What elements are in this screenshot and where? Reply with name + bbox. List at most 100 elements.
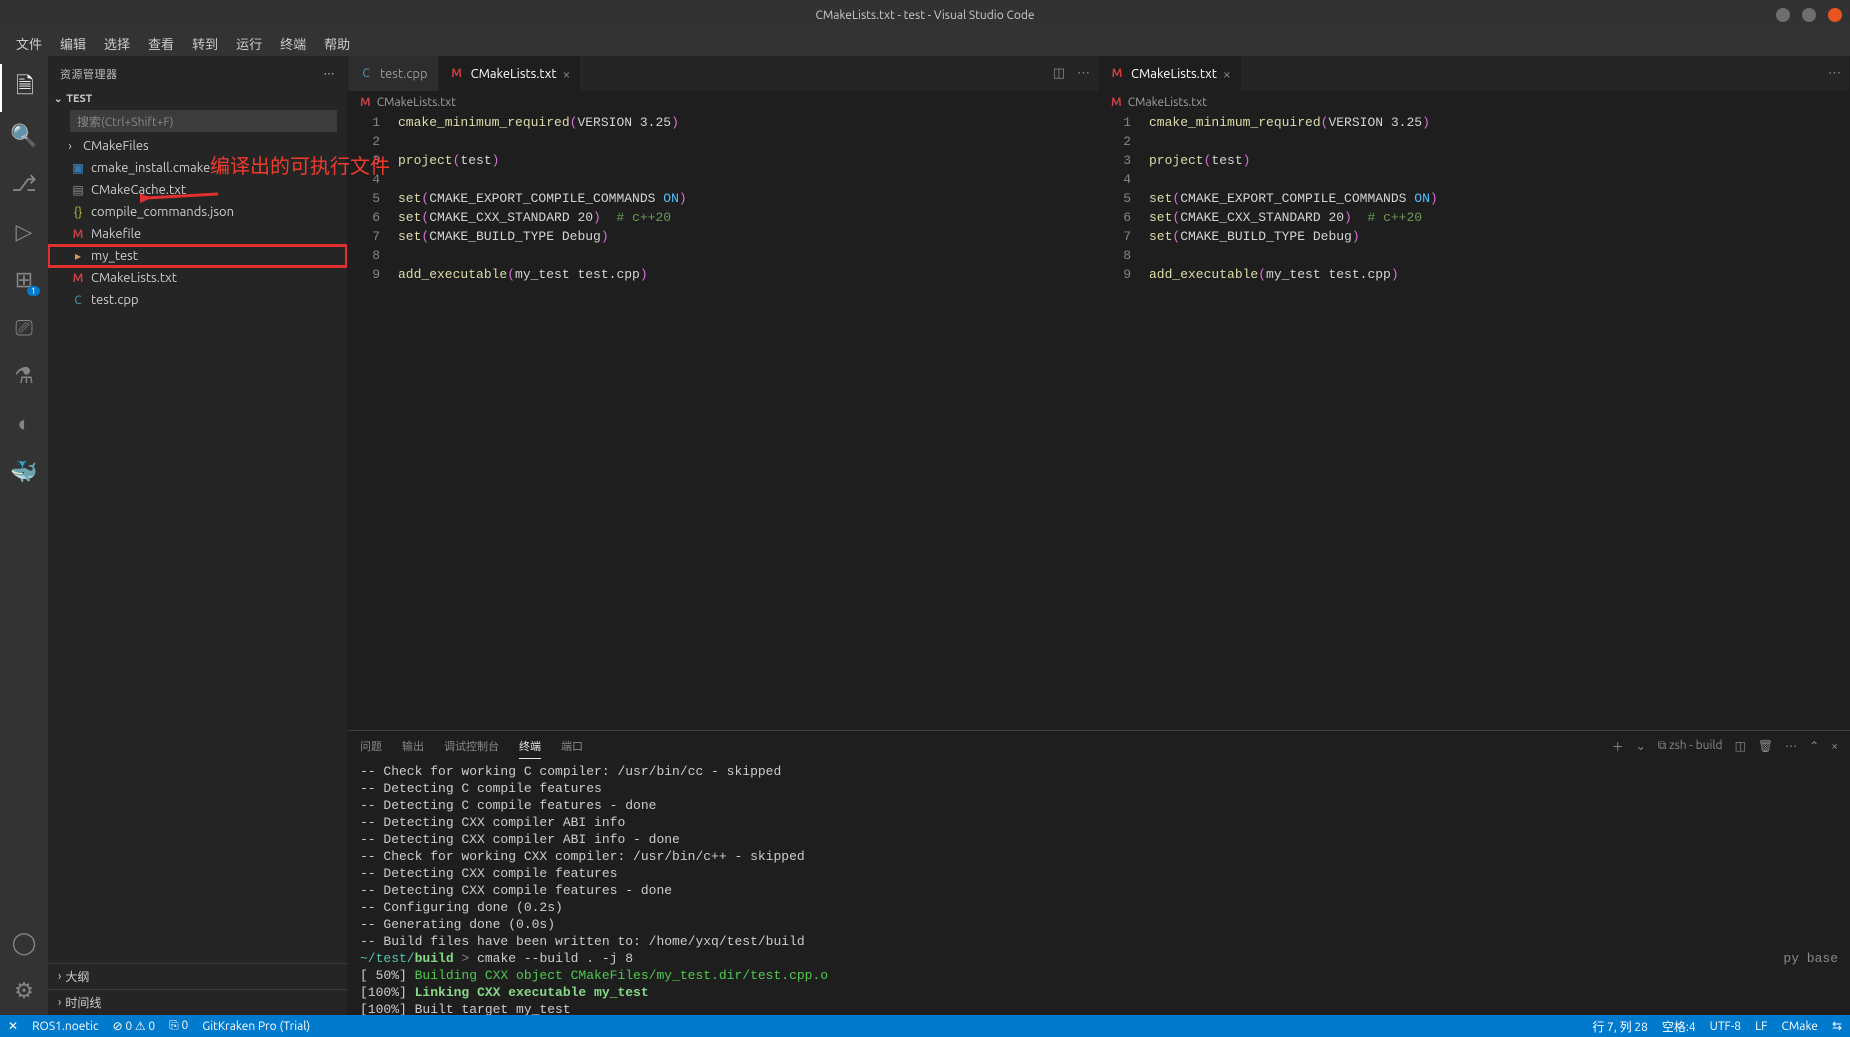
menu-item[interactable]: 转到 [184, 31, 226, 56]
minimap[interactable] [1789, 113, 1849, 730]
tab-close-icon[interactable]: × [562, 66, 570, 82]
activity-account-icon[interactable]: ◯ [0, 919, 48, 967]
line-number: 4 [348, 170, 380, 189]
more-icon[interactable]: ⋯ [1785, 739, 1797, 753]
sidebar-search-input[interactable]: 搜索(Ctrl+Shift+F) [70, 110, 337, 132]
close-button[interactable] [1828, 8, 1842, 22]
code-line[interactable]: cmake_minimum_required(VERSION 3.25) [398, 113, 1038, 132]
outline-section[interactable]: ›大纲 [48, 963, 347, 989]
status-item[interactable]: CMake [1782, 1018, 1818, 1035]
panel-tab[interactable]: 问题 [360, 734, 382, 758]
activity-remote-icon[interactable]: ⎚ [0, 304, 48, 352]
file-item[interactable]: MCMakeLists.txt [48, 267, 347, 289]
file-item[interactable]: ›CMakeFiles [48, 135, 347, 157]
minimize-button[interactable] [1776, 8, 1790, 22]
menu-item[interactable]: 选择 [96, 31, 138, 56]
line-number: 2 [348, 132, 380, 151]
code-content[interactable]: cmake_minimum_required(VERSION 3.25) pro… [398, 113, 1038, 730]
sidebar-more-icon[interactable]: ⋯ [324, 67, 336, 80]
activity-explorer-icon[interactable]: 🗎 [0, 64, 48, 112]
minimap[interactable] [1038, 113, 1098, 730]
chevron-up-icon[interactable]: ⌃ [1809, 739, 1819, 753]
terminal-output[interactable]: -- Check for working C compiler: /usr/bi… [348, 761, 1850, 1015]
activity-ros-icon[interactable]: ◐ [0, 400, 48, 448]
terminal-label[interactable]: ⧉ zsh - build [1658, 739, 1723, 753]
trash-icon[interactable]: 🗑 [1758, 739, 1773, 753]
activity-source-control-icon[interactable]: ⎇ [0, 160, 48, 208]
breadcrumb-left[interactable]: M CMakeLists.txt [348, 91, 1098, 113]
split-editor-icon[interactable]: ◫ [1053, 66, 1065, 81]
code-line[interactable]: set(CMAKE_EXPORT_COMPILE_COMMANDS ON) [1149, 189, 1789, 208]
menu-item[interactable]: 编辑 [52, 31, 94, 56]
code-line[interactable] [1149, 170, 1789, 189]
more-icon[interactable]: ⋯ [1077, 66, 1090, 81]
file-item[interactable]: {}compile_commands.json [48, 201, 347, 223]
code-line[interactable] [1149, 132, 1789, 151]
code-line[interactable]: project(test) [1149, 151, 1789, 170]
tab-close-icon[interactable]: × [1223, 66, 1231, 82]
editor-tab[interactable]: Ctest.cpp [348, 56, 439, 91]
status-item[interactable]: ⎘ 0 [169, 1019, 188, 1033]
editor-tab[interactable]: MCMakeLists.txt× [439, 56, 582, 91]
makefile-icon: M [70, 272, 86, 285]
status-item[interactable]: ✕ [8, 1019, 18, 1033]
menu-item[interactable]: 查看 [140, 31, 182, 56]
file-item[interactable]: ▣cmake_install.cmake [48, 157, 347, 179]
code-line[interactable] [1149, 246, 1789, 265]
activity-docker-icon[interactable]: 🐳 [0, 448, 48, 496]
file-item[interactable]: ▸my_test [48, 245, 347, 267]
file-item[interactable]: MMakefile [48, 223, 347, 245]
code-line[interactable]: set(CMAKE_BUILD_TYPE Debug) [398, 227, 1038, 246]
more-icon[interactable]: ⋯ [1828, 66, 1841, 81]
code-line[interactable] [398, 246, 1038, 265]
activity-search-icon[interactable]: 🔍 [0, 112, 48, 160]
timeline-section[interactable]: ›时间线 [48, 989, 347, 1015]
status-item[interactable]: 行 7, 列 28 [1592, 1018, 1648, 1035]
panel-tab[interactable]: 终端 [519, 734, 541, 759]
status-item[interactable]: UTF-8 [1710, 1018, 1741, 1035]
activity-testing-icon[interactable]: ⚗ [0, 352, 48, 400]
file-label: my_test [91, 249, 138, 263]
code-line[interactable] [398, 132, 1038, 151]
code-editor-right[interactable]: 123456789 cmake_minimum_required(VERSION… [1099, 113, 1849, 730]
status-item[interactable]: ⇆ [1832, 1018, 1842, 1035]
file-item[interactable]: Ctest.cpp [48, 289, 347, 311]
code-line[interactable]: set(CMAKE_CXX_STANDARD 20) # c++20 [1149, 208, 1789, 227]
code-line[interactable]: set(CMAKE_CXX_STANDARD 20) # c++20 [398, 208, 1038, 227]
menu-item[interactable]: 运行 [228, 31, 270, 56]
menu-item[interactable]: 文件 [8, 31, 50, 56]
breadcrumb-right[interactable]: M CMakeLists.txt [1099, 91, 1849, 113]
code-line[interactable]: set(CMAKE_EXPORT_COMPILE_COMMANDS ON) [398, 189, 1038, 208]
status-item[interactable]: ⊘ 0 ⚠ 0 [113, 1019, 156, 1033]
menu-item[interactable]: 终端 [272, 31, 314, 56]
split-terminal-icon[interactable]: ◫ [1735, 739, 1746, 753]
code-content[interactable]: cmake_minimum_required(VERSION 3.25) pro… [1149, 113, 1789, 730]
maximize-button[interactable] [1802, 8, 1816, 22]
status-item[interactable]: 空格:4 [1662, 1018, 1696, 1035]
code-line[interactable]: add_executable(my_test test.cpp) [398, 265, 1038, 284]
editor-tab[interactable]: MCMakeLists.txt× [1099, 56, 1242, 91]
editor-panes: Ctest.cppMCMakeLists.txt×◫⋯ M CMakeLists… [348, 56, 1850, 730]
code-line[interactable]: project(test) [398, 151, 1038, 170]
file-item[interactable]: ▤CMakeCache.txt [48, 179, 347, 201]
code-line[interactable]: add_executable(my_test test.cpp) [1149, 265, 1789, 284]
code-line[interactable]: set(CMAKE_BUILD_TYPE Debug) [1149, 227, 1789, 246]
status-item[interactable]: ROS1.noetic [32, 1020, 99, 1033]
activity-extensions-icon[interactable]: ⊞1 [0, 256, 48, 304]
activity-settings-icon[interactable]: ⚙ [0, 967, 48, 1015]
panel-tab[interactable]: 端口 [561, 734, 583, 758]
code-line[interactable]: cmake_minimum_required(VERSION 3.25) [1149, 113, 1789, 132]
panel-tab[interactable]: 调试控制台 [444, 734, 499, 758]
activity-debug-icon[interactable]: ▷ [0, 208, 48, 256]
code-line[interactable] [398, 170, 1038, 189]
code-editor-left[interactable]: 123456789 cmake_minimum_required(VERSION… [348, 113, 1098, 730]
menu-item[interactable]: 帮助 [316, 31, 358, 56]
explorer-folder-header[interactable]: ⌄ TEST [48, 91, 347, 107]
panel-tab[interactable]: 输出 [402, 734, 424, 758]
line-number: 7 [348, 227, 380, 246]
close-panel-icon[interactable]: × [1831, 740, 1838, 753]
status-item[interactable]: GitKraken Pro (Trial) [202, 1020, 310, 1033]
new-terminal-icon[interactable]: ＋ [1612, 738, 1624, 755]
dropdown-icon[interactable]: ⌄ [1636, 739, 1646, 753]
status-item[interactable]: LF [1755, 1018, 1767, 1035]
